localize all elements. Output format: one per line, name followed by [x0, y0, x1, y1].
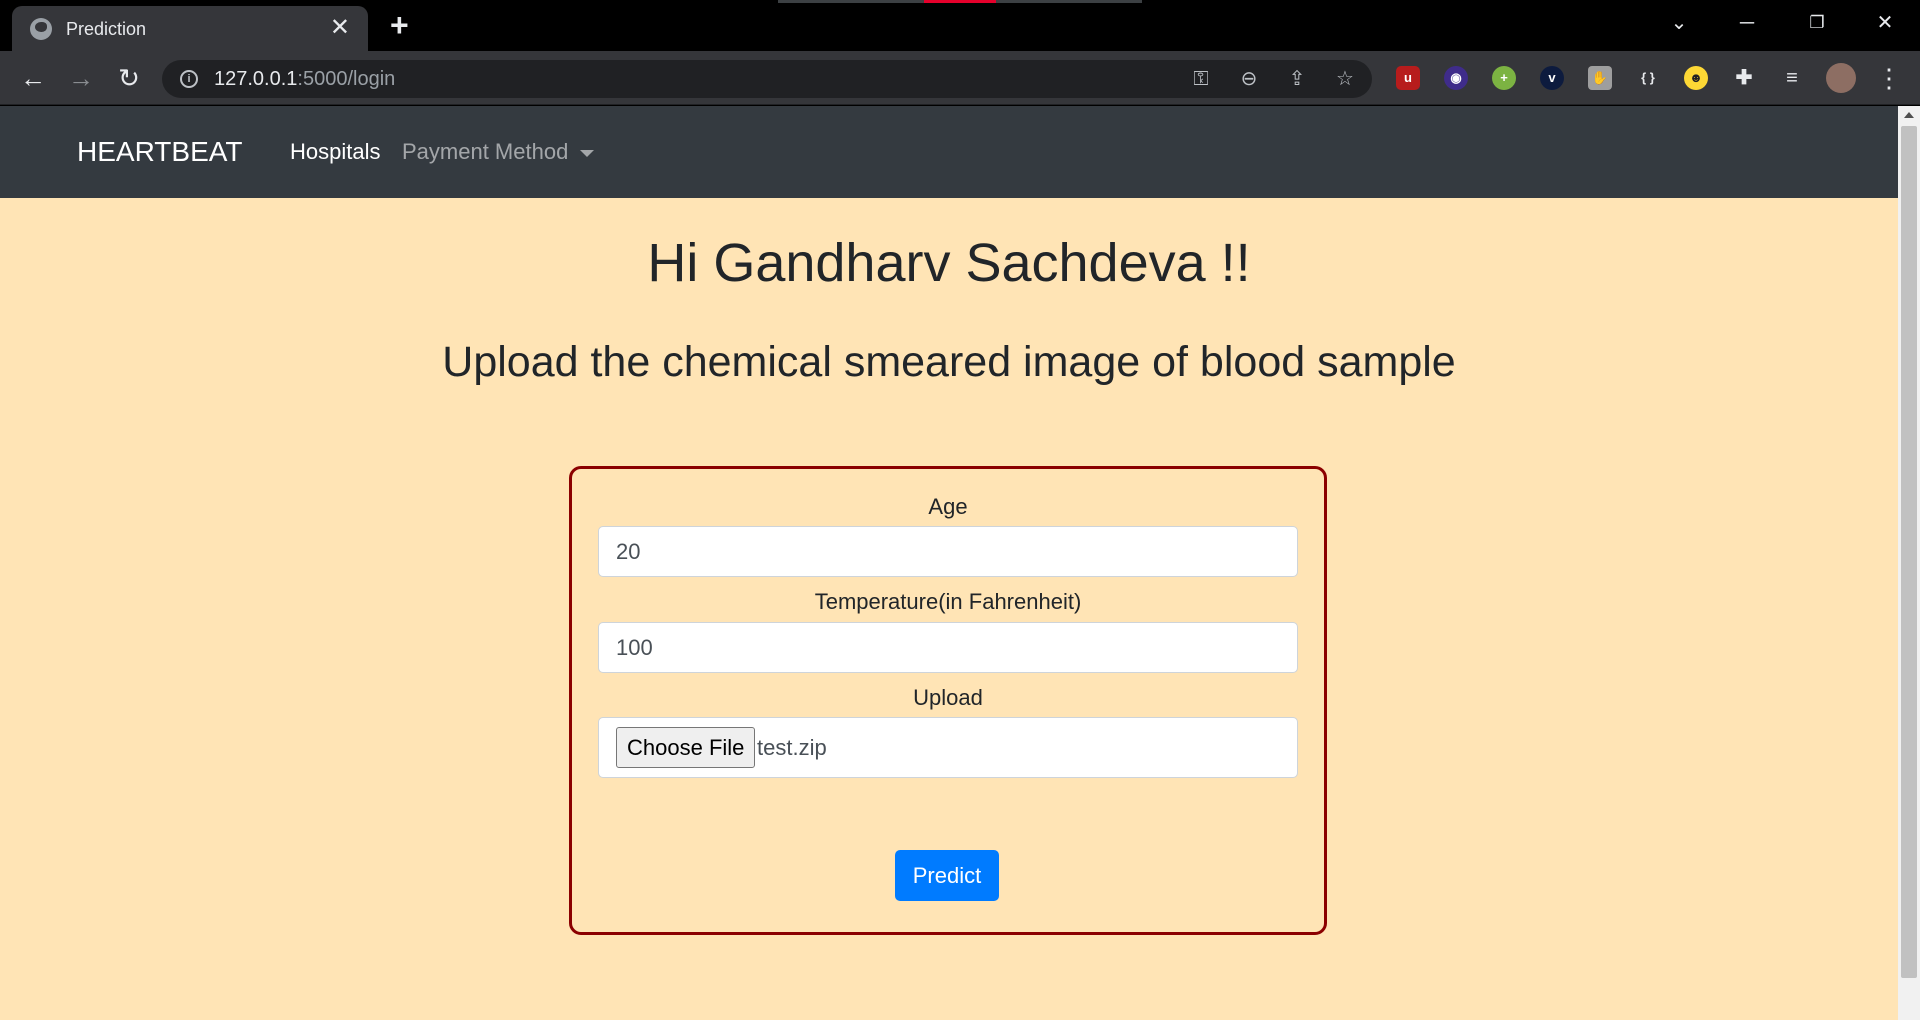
browser-tab[interactable]: Prediction ✕ — [12, 6, 368, 51]
face-extension-icon[interactable]: ☻ — [1684, 66, 1708, 90]
info-icon[interactable]: i — [180, 70, 198, 88]
reload-icon[interactable]: ↻ — [112, 61, 146, 95]
url-text[interactable]: 127.0.0.1:5000/login — [214, 68, 395, 91]
scroll-up-icon[interactable] — [1904, 112, 1914, 118]
site-navbar: HEARTBEAT Hospitals Payment Method — [0, 106, 1898, 198]
prediction-form: Age 20 Temperature(in Fahrenheit) 100 Up… — [569, 466, 1327, 935]
back-icon[interactable]: ← — [16, 61, 50, 95]
browser-toolbar: ← → ↻ i 127.0.0.1:5000/login ⚿ ⊖ ⇪ ☆ u ◉… — [0, 51, 1920, 105]
age-input[interactable]: 20 — [598, 526, 1298, 577]
caret-down-icon — [580, 149, 595, 157]
reading-list-icon[interactable]: ≡ — [1780, 66, 1804, 90]
brand-logo[interactable]: HEARTBEAT — [77, 136, 242, 168]
scroll-thumb[interactable] — [1901, 126, 1917, 978]
tab-title: Prediction — [66, 19, 147, 39]
close-tab-icon[interactable]: ✕ — [330, 14, 350, 42]
v-extension-icon[interactable]: v — [1540, 66, 1564, 90]
browser-tabstrip: Prediction ✕ + ⌄ ─ ❐ ✕ — [0, 0, 1920, 51]
nav-dropdown-payment-method[interactable]: Payment Method — [402, 139, 595, 165]
puzzle-extensions-icon[interactable]: ✚ — [1732, 66, 1756, 90]
ublock-extension-icon[interactable]: u — [1396, 66, 1420, 90]
predict-button[interactable]: Predict — [895, 850, 999, 901]
page-viewport: HEARTBEAT Hospitals Payment Method Hi Ga… — [0, 106, 1920, 1020]
upload-label: Upload — [913, 685, 983, 710]
minimize-button[interactable]: ─ — [1724, 8, 1770, 38]
eye-extension-icon[interactable]: ◉ — [1444, 66, 1468, 90]
page-title: Hi Gandharv Sachdeva !! — [647, 233, 1251, 293]
temperature-label: Temperature(in Fahrenheit) — [814, 589, 1082, 614]
key-icon[interactable]: ⚿ — [1188, 66, 1214, 92]
temperature-input[interactable]: 100 — [598, 622, 1298, 673]
close-window-button[interactable]: ✕ — [1862, 8, 1908, 38]
selected-file-name: test.zip — [757, 735, 827, 760]
page-subtitle: Upload the chemical smeared image of blo… — [442, 338, 1456, 386]
page-scrollbar[interactable] — [1898, 106, 1920, 1020]
braces-extension-icon[interactable]: { } — [1636, 66, 1660, 90]
tab-search-icon[interactable]: ⌄ — [1656, 8, 1702, 38]
address-bar[interactable]: i 127.0.0.1:5000/login ⚿ ⊖ ⇪ ☆ — [162, 60, 1372, 98]
choose-file-button[interactable]: Choose File — [616, 727, 756, 768]
nav-link-hospitals[interactable]: Hospitals — [290, 139, 380, 165]
age-label: Age — [928, 494, 968, 519]
media-indicator — [778, 0, 1142, 3]
zoom-out-icon[interactable]: ⊖ — [1236, 66, 1262, 92]
forward-icon[interactable]: → — [64, 61, 98, 95]
restore-button[interactable]: ❐ — [1794, 8, 1840, 38]
menu-icon[interactable]: ⋮ — [1876, 63, 1902, 93]
file-upload-input[interactable]: Choose File test.zip — [598, 717, 1298, 778]
globe-icon — [30, 18, 52, 40]
new-tab-button[interactable]: + — [390, 8, 409, 42]
plus-extension-icon[interactable]: + — [1492, 66, 1516, 90]
profile-avatar[interactable] — [1826, 63, 1856, 93]
bookmark-star-icon[interactable]: ☆ — [1332, 66, 1358, 92]
share-icon[interactable]: ⇪ — [1284, 66, 1310, 92]
hand-extension-icon[interactable]: ✋ — [1588, 66, 1612, 90]
